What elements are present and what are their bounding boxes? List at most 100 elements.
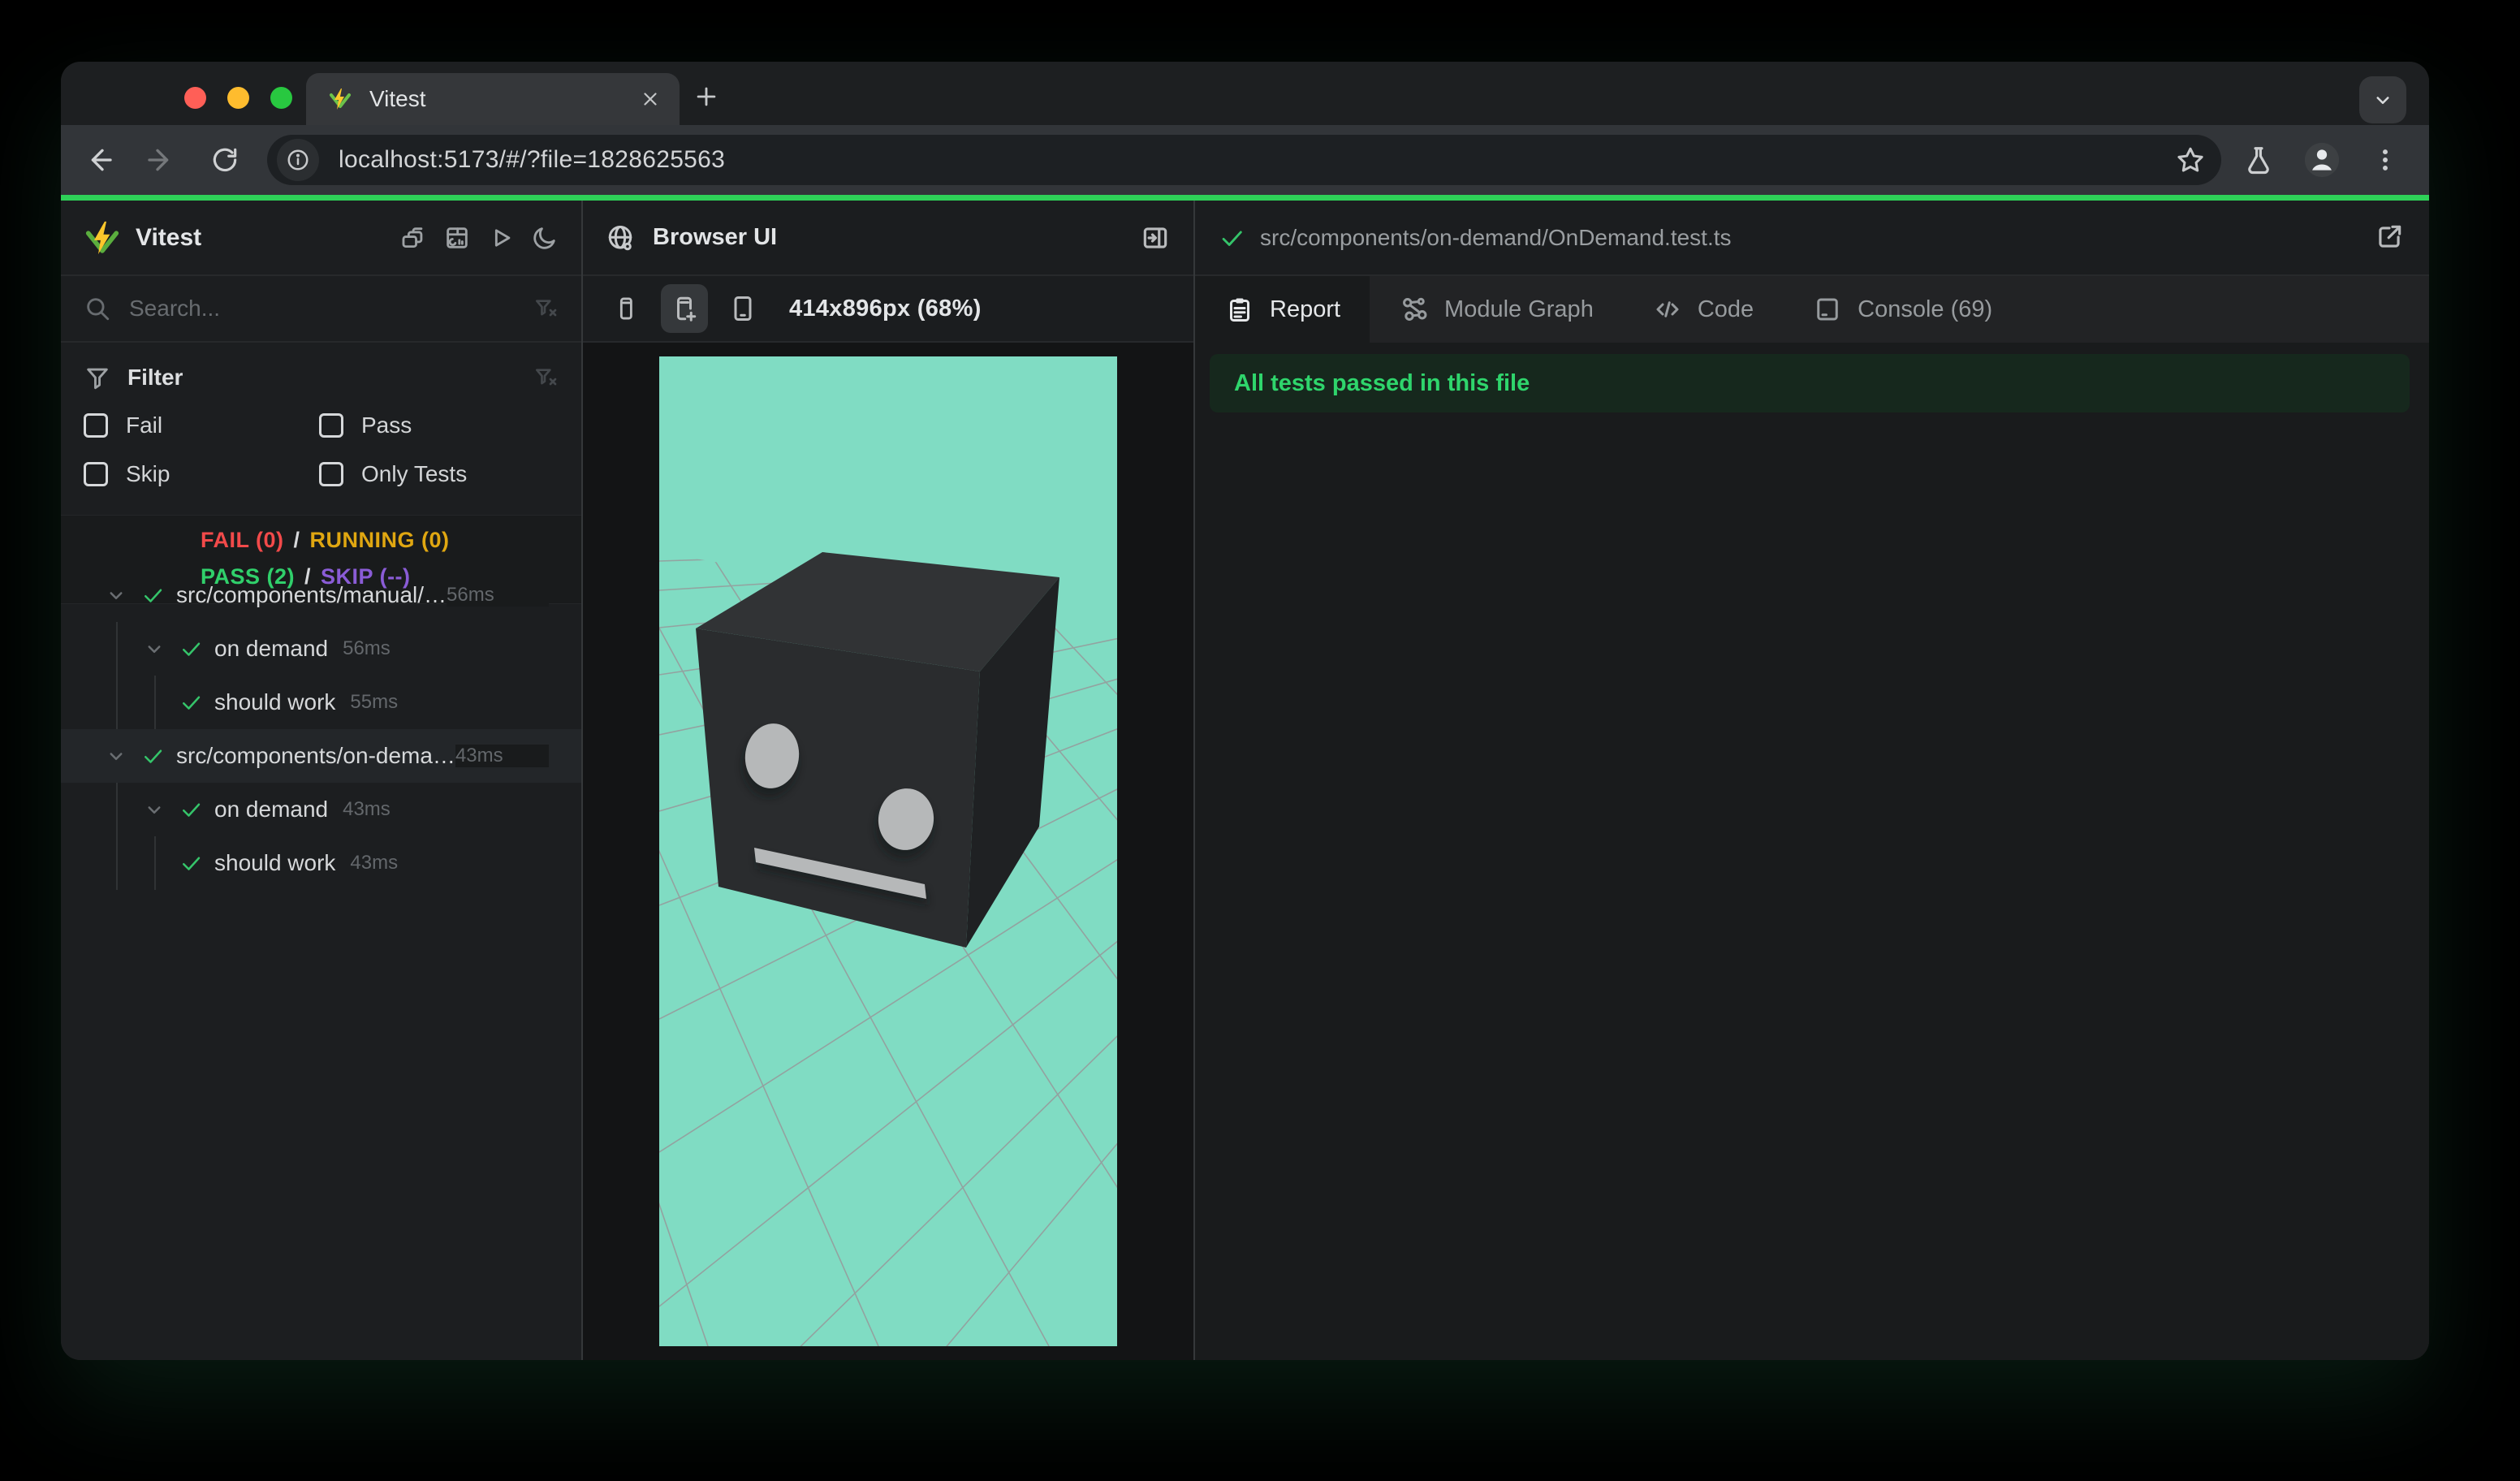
preview-stage <box>583 343 1193 1360</box>
tab-title: Vitest <box>369 86 426 111</box>
test-label: src/components/on-dema… <box>176 743 455 768</box>
running-count: RUNNING (0) <box>309 528 450 552</box>
test-duration: 56ms <box>343 637 391 659</box>
open-external-icon[interactable] <box>2374 222 2406 254</box>
fail-count: FAIL (0) <box>201 528 284 552</box>
browser-preview-panel: Browser UI 414x896px (68%) <box>583 201 1193 1360</box>
filter-funnel-icon <box>87 368 108 390</box>
menu-dots-icon[interactable] <box>2366 140 2405 179</box>
forward-icon[interactable] <box>136 134 188 186</box>
test-duration: 43ms <box>350 852 399 874</box>
pass-check-icon <box>177 635 205 663</box>
tab-label: Module Graph <box>1444 296 1594 322</box>
run-all-icon[interactable] <box>487 224 515 252</box>
filter-title: Filter <box>127 365 183 390</box>
back-icon[interactable] <box>72 134 124 186</box>
tree-row-suite[interactable]: on demand 56ms <box>61 622 581 676</box>
tree-row-suite[interactable]: on demand 43ms <box>61 783 581 836</box>
indent-guide <box>154 676 156 729</box>
console-icon <box>1812 294 1843 325</box>
file-header: src/components/on-demand/OnDemand.test.t… <box>1195 201 2429 276</box>
device-tablet-icon[interactable] <box>719 284 766 333</box>
tab-search-button[interactable] <box>2359 76 2406 123</box>
tab-code[interactable]: Code <box>1623 276 1783 343</box>
tab-report[interactable]: Report <box>1195 276 1370 343</box>
viewport-size-label: 414x896px (68%) <box>789 295 982 322</box>
minimize-window-button[interactable] <box>227 87 249 109</box>
profile-avatar[interactable] <box>2302 140 2341 179</box>
test-label: should work <box>214 689 336 715</box>
details-tabs: Report Module Graph Code Console (69) <box>1195 276 2429 343</box>
browser-window: Vitest localhost:5173/#/?file=1828625563… <box>61 62 2429 1360</box>
sidebar-actions <box>399 224 559 252</box>
checkbox-box[interactable] <box>84 462 108 486</box>
tab-label: Code <box>1697 296 1754 322</box>
new-tab-button[interactable] <box>693 83 720 110</box>
test-label: src/components/manual/… <box>176 582 447 607</box>
device-toolbar: 414x896px (68%) <box>583 276 1193 343</box>
bookmark-star-icon[interactable] <box>2176 145 2205 175</box>
tab-console[interactable]: Console (69) <box>1783 276 2022 343</box>
chevron-down-icon[interactable] <box>101 741 131 771</box>
checkbox-box[interactable] <box>84 413 108 438</box>
details-panel: src/components/on-demand/OnDemand.test.t… <box>1195 201 2429 1360</box>
device-phone-custom-icon[interactable] <box>661 284 708 333</box>
clear-search-filter-icon[interactable] <box>533 296 559 322</box>
tree-row-test[interactable]: should work 43ms <box>61 836 581 890</box>
pass-check-icon <box>1222 231 1242 246</box>
maximize-window-button[interactable] <box>270 87 292 109</box>
indent-guide <box>116 783 118 890</box>
app-title: Vitest <box>136 223 202 251</box>
pass-check-icon <box>177 689 205 716</box>
search-row <box>61 276 581 343</box>
chevron-down-icon[interactable] <box>101 581 131 610</box>
chevron-down-icon[interactable] <box>140 634 169 663</box>
site-info-icon[interactable] <box>277 139 319 181</box>
test-label: should work <box>214 850 336 875</box>
banner-text: All tests passed in this file <box>1234 369 1530 396</box>
checkbox-pass[interactable]: Pass <box>319 412 559 438</box>
test-label: on demand <box>214 636 329 661</box>
test-duration: 56ms <box>447 584 549 607</box>
checkbox-only-tests[interactable]: Only Tests <box>319 461 559 487</box>
sidebar-header: Vitest <box>61 201 581 276</box>
checkbox-skip[interactable]: Skip <box>84 461 319 487</box>
clear-filter-icon[interactable] <box>533 365 559 391</box>
code-icon <box>1652 294 1683 325</box>
tree-row-file[interactable]: src/components/manual/… 56ms <box>61 568 581 622</box>
test-label: on demand <box>214 797 329 822</box>
panel-right-icon[interactable] <box>1140 222 1171 253</box>
checkbox-box[interactable] <box>319 413 343 438</box>
pass-check-icon <box>177 796 205 823</box>
filter-section: Filter Fail Pass Skip Only Tests <box>61 343 581 494</box>
report-summary-icon[interactable] <box>443 224 471 252</box>
url-text[interactable]: localhost:5173/#/?file=1828625563 <box>339 146 2176 174</box>
tree-row-file-selected[interactable]: src/components/on-dema… 43ms <box>61 729 581 783</box>
test-viewport[interactable] <box>659 356 1117 1346</box>
device-phone-small-icon[interactable] <box>602 284 649 333</box>
close-tab-icon[interactable] <box>636 84 665 114</box>
preview-title: Browser UI <box>653 224 778 250</box>
pass-check-icon <box>177 849 205 877</box>
dark-mode-moon-icon[interactable] <box>531 224 559 252</box>
close-window-button[interactable] <box>184 87 206 109</box>
reload-icon[interactable] <box>199 134 251 186</box>
test-tree: src/components/manual/… 56ms on demand 5… <box>61 568 581 890</box>
tab-label: Report <box>1270 296 1341 322</box>
checkbox-fail[interactable]: Fail <box>84 412 319 438</box>
checkbox-label: Skip <box>126 461 170 486</box>
indent-guide <box>116 622 118 729</box>
tab-module-graph[interactable]: Module Graph <box>1370 276 1623 343</box>
experiments-flask-icon[interactable] <box>2239 140 2278 179</box>
dashboard-windows-icon[interactable] <box>399 224 427 252</box>
address-bar[interactable]: localhost:5173/#/?file=1828625563 <box>267 135 2221 185</box>
clipboard-icon <box>1224 294 1255 325</box>
vitest-ui: Vitest Search... Filter Fail Pass Skip O… <box>61 201 2429 1360</box>
search-input[interactable] <box>129 296 533 322</box>
tree-row-test[interactable]: should work 55ms <box>61 676 581 729</box>
browser-tab[interactable]: Vitest <box>306 73 680 125</box>
checkbox-box[interactable] <box>319 462 343 486</box>
separator: / <box>293 528 300 552</box>
chevron-down-icon[interactable] <box>140 795 169 824</box>
vitest-logo <box>84 219 121 257</box>
